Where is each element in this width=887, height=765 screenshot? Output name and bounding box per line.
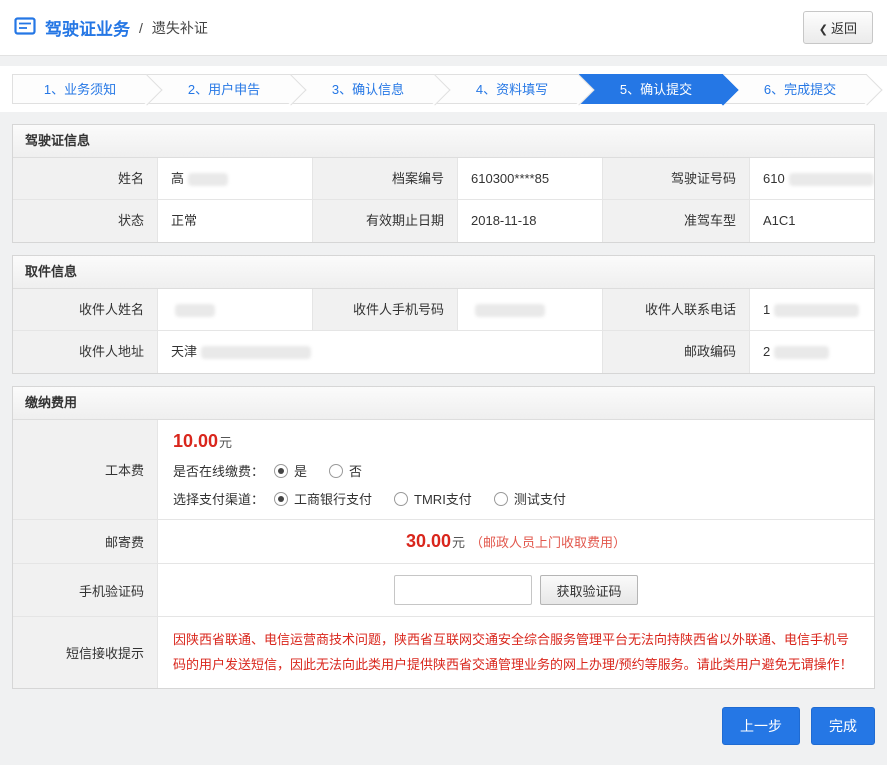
back-button[interactable]: ❮返回 — [803, 11, 873, 44]
file-no-value: 610300****85 — [458, 158, 603, 200]
chevron-left-icon: ❮ — [819, 24, 828, 36]
production-fee-content: 10.00元 是否在线缴费： 是 否 选择支付渠道： 工商银行支付 TMRI支付… — [158, 420, 874, 519]
redaction-smudge — [789, 173, 874, 186]
production-fee-label: 工本费 — [13, 420, 158, 519]
payment-panel: 缴纳费用 工本费 10.00元 是否在线缴费： 是 否 选择支付渠道： 工商银行… — [12, 386, 875, 689]
channel-test-label: 测试支付 — [514, 489, 566, 508]
sms-notice-content: 因陕西省联通、电信运营商技术问题，陕西省互联网交通安全综合服务管理平台无法向持陕… — [158, 617, 874, 688]
address-label: 收件人地址 — [13, 331, 158, 373]
sms-code-content: 获取验证码 — [158, 564, 874, 616]
license-service-icon — [14, 17, 36, 38]
radio-checked-icon[interactable] — [274, 492, 288, 506]
breadcrumb-current: 遗失补证 — [152, 18, 208, 38]
redaction-smudge — [774, 304, 859, 317]
radio-unchecked-icon[interactable] — [494, 492, 508, 506]
production-fee-row: 工本费 10.00元 是否在线缴费： 是 否 选择支付渠道： 工商银行支付 TM… — [13, 420, 874, 520]
production-fee-amount: 10.00 — [173, 431, 218, 451]
address-value: 天津 — [158, 331, 603, 373]
channel-icbc-label: 工商银行支付 — [294, 489, 372, 508]
mail-fee-content: 30.00元 （邮政人员上门收取费用） — [158, 520, 874, 563]
back-button-label: 返回 — [831, 21, 857, 36]
step-4-fill-data[interactable]: 4、资料填写 — [435, 74, 579, 104]
sms-notice-label: 短信接收提示 — [13, 617, 158, 688]
pay-channel-line: 选择支付渠道： 工商银行支付 TMRI支付 测试支付 — [173, 489, 859, 508]
sms-notice-text: 因陕西省联通、电信运营商技术问题，陕西省互联网交通安全综合服务管理平台无法向持陕… — [173, 628, 859, 677]
mail-fee-label: 邮寄费 — [13, 520, 158, 563]
step-2-user-declaration[interactable]: 2、用户申告 — [147, 74, 291, 104]
vehicle-type-value: A1C1 — [750, 200, 874, 242]
pickup-info-title: 取件信息 — [13, 256, 874, 289]
license-info-panel: 驾驶证信息 姓名 高 档案编号 610300****85 驾驶证号码 610 状… — [12, 124, 875, 243]
app-header: 驾驶证业务 / 遗失补证 ❮返回 — [0, 0, 887, 56]
license-no-label: 驾驶证号码 — [603, 158, 750, 200]
mail-fee-unit: 元 — [452, 532, 465, 551]
channel-test-option[interactable]: 测试支付 — [494, 489, 566, 508]
redaction-smudge — [475, 304, 545, 317]
postcode-value: 2 — [750, 331, 874, 373]
pay-channel-question: 选择支付渠道： — [173, 489, 264, 508]
pickup-info-panel: 取件信息 收件人姓名 收件人手机号码 收件人联系电话 1 收件人地址 天津 邮政… — [12, 255, 875, 374]
header-title-group: 驾驶证业务 / 遗失补证 — [14, 15, 208, 40]
radio-checked-icon[interactable] — [274, 464, 288, 478]
license-no-value: 610 — [750, 158, 874, 200]
channel-icbc-option[interactable]: 工商银行支付 — [274, 489, 372, 508]
sms-code-label: 手机验证码 — [13, 564, 158, 616]
license-info-row-2: 状态 正常 有效期止日期 2018-11-18 准驾车型 A1C1 — [13, 200, 874, 242]
online-pay-no-option[interactable]: 否 — [329, 461, 362, 480]
finish-button[interactable]: 完成 — [811, 707, 875, 745]
redaction-smudge — [188, 173, 228, 186]
redaction-smudge — [201, 346, 311, 359]
recipient-name-label: 收件人姓名 — [13, 289, 158, 331]
payment-title: 缴纳费用 — [13, 387, 874, 420]
previous-step-button[interactable]: 上一步 — [722, 707, 800, 745]
recipient-phone-value: 1 — [750, 289, 874, 331]
status-label: 状态 — [13, 200, 158, 242]
redaction-smudge — [774, 346, 829, 359]
step-6-complete-submit[interactable]: 6、完成提交 — [723, 74, 867, 104]
file-no-label: 档案编号 — [313, 158, 458, 200]
recipient-name-value — [158, 289, 313, 331]
channel-tmri-label: TMRI支付 — [414, 489, 472, 508]
step-3-confirm-info[interactable]: 3、确认信息 — [291, 74, 435, 104]
breadcrumb-separator: / — [139, 20, 143, 36]
expiry-value: 2018-11-18 — [458, 200, 603, 242]
online-pay-line: 是否在线缴费： 是 否 — [173, 461, 859, 480]
license-info-title: 驾驶证信息 — [13, 125, 874, 158]
sms-code-row: 手机验证码 获取验证码 — [13, 564, 874, 617]
status-value: 正常 — [158, 200, 313, 242]
recipient-mobile-value — [458, 289, 603, 331]
channel-tmri-option[interactable]: TMRI支付 — [394, 489, 472, 508]
online-pay-yes-option[interactable]: 是 — [274, 461, 307, 480]
vehicle-type-label: 准驾车型 — [603, 200, 750, 242]
sms-code-input[interactable] — [394, 575, 532, 605]
radio-unchecked-icon[interactable] — [394, 492, 408, 506]
name-value: 高 — [158, 158, 313, 200]
step-1-business-notice[interactable]: 1、业务须知 — [12, 74, 147, 104]
redaction-smudge — [175, 304, 215, 317]
page-title: 驾驶证业务 — [45, 15, 130, 40]
sms-notice-row: 短信接收提示 因陕西省联通、电信运营商技术问题，陕西省互联网交通安全综合服务管理… — [13, 617, 874, 688]
recipient-phone-label: 收件人联系电话 — [603, 289, 750, 331]
mail-fee-row: 邮寄费 30.00元 （邮政人员上门收取费用） — [13, 520, 874, 564]
mail-fee-amount: 30.00 — [406, 531, 451, 552]
recipient-mobile-label: 收件人手机号码 — [313, 289, 458, 331]
footer-actions: 上一步 完成 — [12, 707, 875, 745]
pickup-info-row-1: 收件人姓名 收件人手机号码 收件人联系电话 1 — [13, 289, 874, 331]
production-fee-unit: 元 — [219, 435, 232, 450]
online-pay-question: 是否在线缴费： — [173, 461, 264, 480]
step-5-confirm-submit[interactable]: 5、确认提交 — [579, 74, 723, 104]
expiry-label: 有效期止日期 — [313, 200, 458, 242]
name-label: 姓名 — [13, 158, 158, 200]
steps-bar: 1、业务须知 2、用户申告 3、确认信息 4、资料填写 5、确认提交 6、完成提… — [0, 66, 887, 112]
mail-fee-note: （邮政人员上门收取费用） — [470, 532, 626, 551]
get-code-button[interactable]: 获取验证码 — [540, 575, 637, 605]
license-info-row-1: 姓名 高 档案编号 610300****85 驾驶证号码 610 — [13, 158, 874, 200]
postcode-label: 邮政编码 — [603, 331, 750, 373]
production-fee-amount-line: 10.00元 — [173, 431, 859, 452]
online-pay-no-label: 否 — [349, 461, 362, 480]
radio-unchecked-icon[interactable] — [329, 464, 343, 478]
pickup-info-row-2: 收件人地址 天津 邮政编码 2 — [13, 331, 874, 373]
online-pay-yes-label: 是 — [294, 461, 307, 480]
